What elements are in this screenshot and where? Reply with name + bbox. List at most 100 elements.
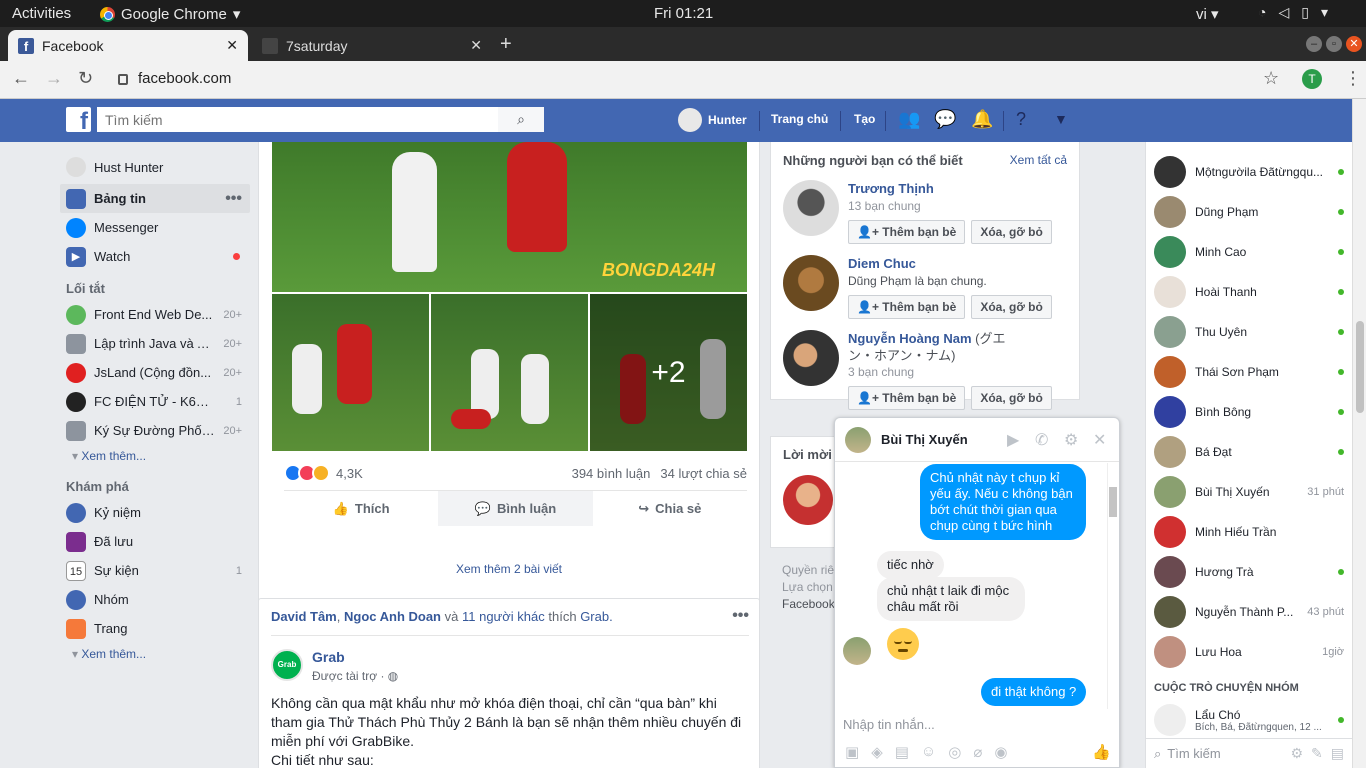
back-icon[interactable]: ← (12, 68, 30, 89)
explore-item[interactable]: Đã lưu (60, 527, 250, 556)
more-options-icon[interactable]: ••• (732, 607, 749, 625)
group-chat-item[interactable]: Lẩu Chó Bích, Bá, Đãtừngquen, 12 ... (1154, 702, 1344, 738)
share-count[interactable]: 34 lượt chia sẻ (660, 466, 747, 481)
comment-count[interactable]: 394 bình luận (572, 466, 651, 481)
footer-link[interactable]: Facebook (782, 596, 835, 613)
contact-item[interactable]: Hoài Thanh (1154, 272, 1344, 312)
account-menu-icon[interactable]: ▼ (1054, 111, 1068, 127)
more-options-icon[interactable]: ••• (216, 190, 246, 208)
camera-icon[interactable]: ◉ (994, 743, 1007, 761)
home-link[interactable]: Trang chủ (771, 112, 828, 126)
avatar[interactable] (783, 475, 833, 525)
liker-link[interactable]: David Tâm (271, 609, 337, 624)
sticker-icon[interactable]: ◈ (871, 743, 883, 761)
add-friend-button[interactable]: 👤+ Thêm bạn bè (848, 220, 966, 244)
more-photos-overlay[interactable]: +2 (590, 294, 747, 451)
reload-icon[interactable]: ↻ (78, 68, 93, 89)
person-name[interactable]: Trương Thịnh (848, 180, 1018, 197)
help-icon[interactable]: ? (1016, 109, 1026, 130)
share-button[interactable]: ↪ Chia sẻ (593, 491, 747, 526)
shortcut-item[interactable]: Ký Sự Đường Phố ... 20+ (60, 416, 250, 445)
forward-icon[interactable]: → (45, 68, 63, 89)
compose-icon[interactable]: ✎ (1311, 745, 1323, 762)
scrollbar-thumb[interactable] (1109, 487, 1117, 517)
shortcut-item[interactable]: FC ĐIỆN TỬ - K60 ... 1 (60, 387, 250, 416)
person-name[interactable]: Diem Chuc (848, 255, 1018, 272)
gear-icon[interactable]: ⚙ (1290, 745, 1303, 762)
contact-item[interactable]: Bình Bông (1154, 392, 1344, 432)
sidebar-toggle-icon[interactable]: ▤ (1331, 745, 1344, 762)
friend-requests-icon[interactable]: 👥 (898, 109, 920, 130)
remove-button[interactable]: Xóa, gỡ bỏ (971, 295, 1052, 319)
contact-item[interactable]: Lưu Hoa 1giờ (1154, 632, 1344, 672)
tab-7saturday[interactable]: 7saturday ✕ (252, 30, 492, 61)
phone-icon[interactable]: ✆ (1035, 430, 1048, 450)
tab-facebook[interactable]: f Facebook ✕ (8, 30, 248, 61)
gif-icon[interactable]: ▤ (895, 743, 909, 761)
contact-item[interactable]: Dũng Phạm (1154, 192, 1344, 232)
video-call-icon[interactable]: ▶ (1007, 430, 1019, 450)
comment-button[interactable]: 💬 Bình luận (438, 491, 593, 526)
page-scrollbar[interactable] (1352, 99, 1366, 768)
avatar[interactable] (783, 180, 839, 236)
chat-header[interactable]: Bùi Thị Xuyến ▶ ✆ ⚙ ✕ (835, 418, 1119, 462)
attach-icon[interactable]: ⌀ (973, 743, 982, 761)
facebook-logo-icon[interactable]: f (66, 107, 91, 135)
reaction-summary[interactable]: 4,3K 394 bình luận 34 lượt chia sẻ (284, 462, 747, 484)
see-more-explore[interactable]: ▾ Xem thêm... (60, 643, 250, 667)
message-input[interactable]: Nhập tin nhắn... (843, 717, 935, 732)
contact-item[interactable]: Hương Trà (1154, 552, 1344, 592)
person-name[interactable]: Nguyễn Hoàng Nam (グエン・ホアン・ナム) (848, 330, 1018, 364)
contact-item[interactable]: Mộtngườila Đãtừngqu... (1154, 152, 1344, 192)
shortcut-item[interactable]: Front End Web De... 20+ (60, 300, 250, 329)
footer-link[interactable]: Quyền riê (782, 562, 835, 579)
see-more-posts-link[interactable]: Xem thêm 2 bài viết (258, 562, 760, 576)
search-input[interactable] (97, 107, 498, 132)
footer-link[interactable]: Lựa chọn (782, 579, 835, 596)
address-bar[interactable]: facebook.com (118, 70, 231, 87)
activities-button[interactable]: Activities (12, 5, 71, 22)
page-link[interactable]: Grab. (580, 609, 613, 624)
others-link[interactable]: 11 người khác (462, 609, 545, 624)
language-indicator[interactable]: vi ▾ (1196, 5, 1219, 23)
contact-item[interactable]: Bùi Thị Xuyến 31 phút (1154, 472, 1344, 512)
explore-item[interactable]: Nhóm (60, 585, 250, 614)
close-icon[interactable]: ✕ (1093, 430, 1106, 450)
thumbs-up-icon[interactable]: 👍 (1092, 743, 1111, 761)
profile-avatar[interactable]: T (1302, 69, 1322, 89)
nav-watch[interactable]: ▶ Watch (60, 242, 250, 271)
profile-link[interactable]: Hunter (678, 108, 747, 132)
add-friend-button[interactable]: 👤+ Thêm bạn bè (848, 386, 966, 410)
post-photo-main[interactable]: BONGDA24H (272, 142, 747, 292)
shortcut-item[interactable]: JsLand (Cộng đồn... 20+ (60, 358, 250, 387)
minimize-window-button[interactable]: – (1306, 36, 1322, 52)
nav-news-feed[interactable]: Bảng tin ••• (60, 184, 250, 213)
game-icon[interactable]: ◎ (948, 743, 961, 761)
clock[interactable]: Fri 01:21 (654, 5, 713, 22)
notifications-icon[interactable]: 🔔 (971, 109, 993, 130)
profile-link[interactable]: Hust Hunter (60, 150, 250, 184)
contact-item[interactable]: Minh Cao (1154, 232, 1344, 272)
photo-icon[interactable]: ▣ (845, 743, 859, 761)
gear-icon[interactable]: ⚙ (1064, 430, 1078, 450)
remove-button[interactable]: Xóa, gỡ bỏ (971, 386, 1052, 410)
contact-item[interactable]: Nguyễn Thành P... 43 phút (1154, 592, 1344, 632)
system-tray[interactable]: ◔ ◁ ▯ ▾ (1258, 4, 1328, 21)
messenger-icon[interactable]: 💬 (934, 109, 956, 130)
maximize-window-button[interactable]: ▫ (1326, 36, 1342, 52)
chat-search[interactable]: ⌕ Tìm kiếm ⚙ ✎ ▤ (1146, 738, 1352, 768)
add-friend-button[interactable]: 👤+ Thêm bạn bè (848, 295, 966, 319)
remove-button[interactable]: Xóa, gỡ bỏ (971, 220, 1052, 244)
app-menu[interactable]: Google Chrome ▾ (100, 5, 240, 23)
contact-item[interactable]: Minh Hiếu Trần (1154, 512, 1344, 552)
avatar[interactable] (783, 330, 839, 386)
close-tab-icon[interactable]: ✕ (226, 37, 238, 54)
browser-menu-icon[interactable]: ⋮ (1344, 68, 1362, 89)
chat-search-input[interactable]: Tìm kiếm (1167, 746, 1220, 761)
contact-item[interactable]: Bá Đạt (1154, 432, 1344, 472)
contact-item[interactable]: Thu Uyên (1154, 312, 1344, 352)
see-more-shortcuts[interactable]: ▾ Xem thêm... (60, 445, 250, 469)
new-tab-button[interactable]: + (500, 33, 512, 56)
chat-contact-name[interactable]: Bùi Thị Xuyến (881, 432, 968, 447)
liker-link[interactable]: Ngoc Anh Doan (344, 609, 441, 624)
